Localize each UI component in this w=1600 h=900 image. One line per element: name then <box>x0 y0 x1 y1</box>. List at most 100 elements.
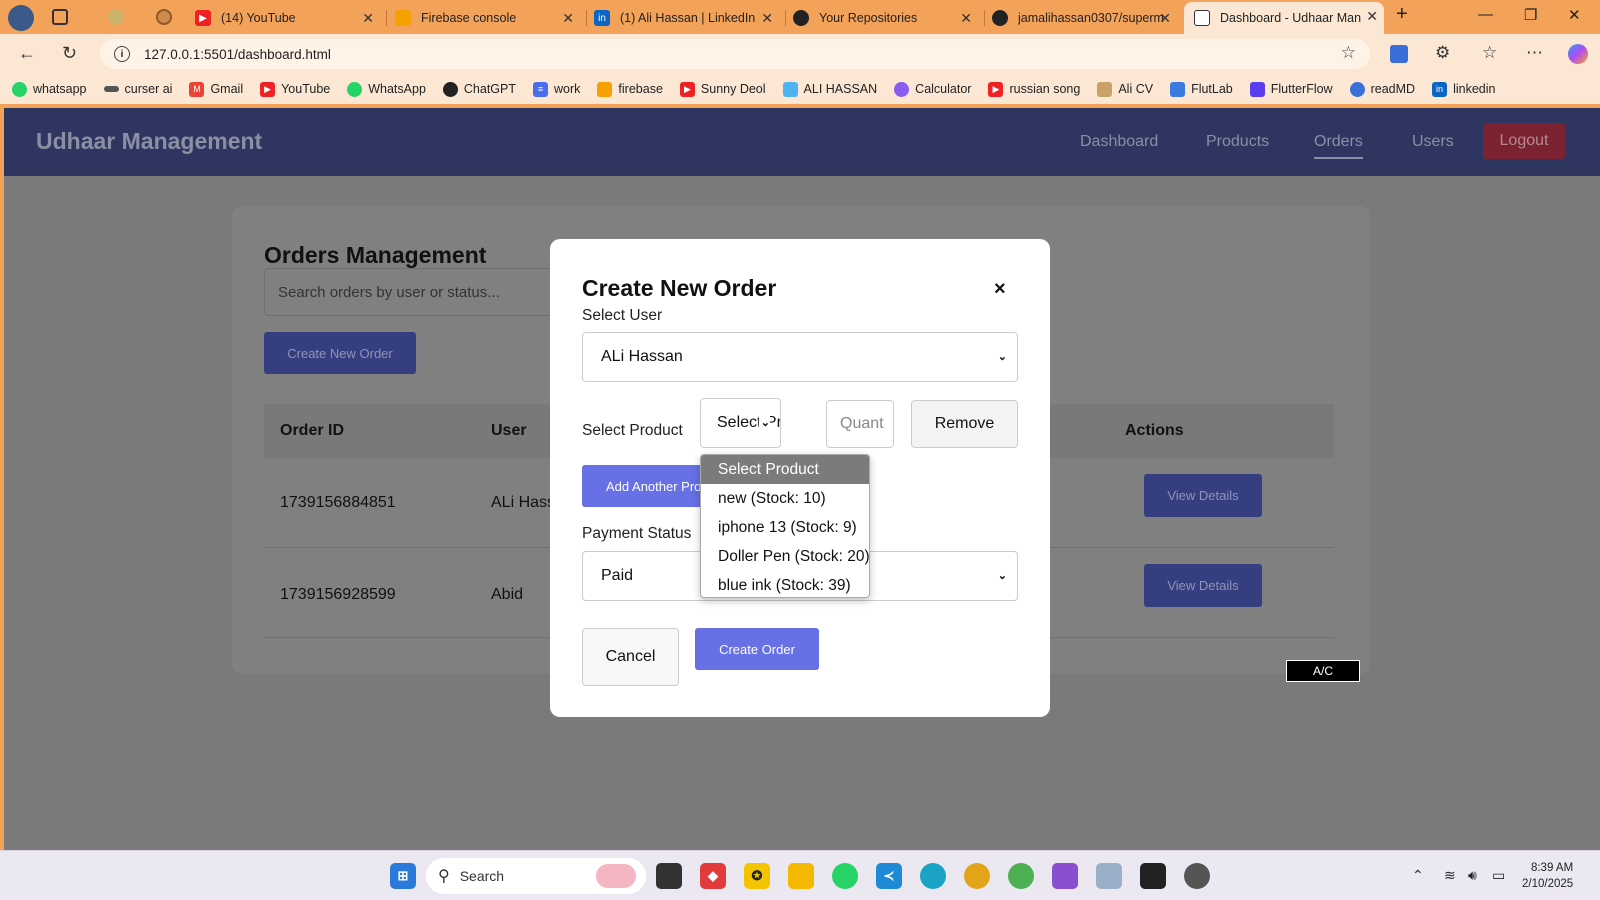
bookmark-ali-cv[interactable]: Ali CV <box>1097 81 1153 97</box>
chrome-canary-icon[interactable] <box>1008 863 1034 889</box>
bookmark-firebase[interactable]: firebase <box>597 81 663 97</box>
whatsapp-icon <box>347 81 363 97</box>
workspaces-icon[interactable] <box>52 9 68 25</box>
remove-product-button[interactable]: Remove <box>911 400 1018 448</box>
create-order-submit-button[interactable]: Create Order <box>695 628 819 670</box>
tab-repositories[interactable]: Your Repositories ✕ <box>793 4 978 32</box>
favorite-star-icon[interactable]: ☆ <box>1341 43 1356 63</box>
tab-youtube[interactable]: ▶ (14) YouTube ✕ <box>195 4 380 32</box>
column-user: User <box>491 422 527 439</box>
windows-start-icon[interactable]: ⊞ <box>390 863 416 889</box>
product-select[interactable]: Select Pr ⌄ <box>700 398 781 448</box>
bookmark-sunny-deol[interactable]: ▶ Sunny Deol <box>679 81 766 97</box>
app-brand: Udhaar Management <box>36 128 263 154</box>
edge-icon[interactable] <box>920 863 946 889</box>
tab-linkedin[interactable]: in (1) Ali Hassan | LinkedIn ✕ <box>594 4 779 32</box>
anydesk-icon[interactable]: ◆ <box>700 863 726 889</box>
settings-app-icon[interactable] <box>1184 863 1210 889</box>
pinned-tab-icon[interactable] <box>108 9 124 25</box>
quantity-input[interactable]: Quant <box>826 400 894 448</box>
dropdown-option[interactable]: new (Stock: 10) <box>701 484 869 513</box>
order-id-cell: 1739156884851 <box>280 494 396 511</box>
view-details-button[interactable]: View Details <box>1144 474 1262 517</box>
search-highlight-icon <box>596 864 636 888</box>
profile-avatar[interactable] <box>8 5 34 31</box>
dropdown-option[interactable]: Select Product <box>701 455 869 484</box>
favorites-icon[interactable]: ☆ <box>1482 43 1497 63</box>
close-icon[interactable]: ✕ <box>761 10 773 27</box>
vscode-icon[interactable]: ≺ <box>876 863 902 889</box>
close-icon[interactable]: ✕ <box>562 10 574 27</box>
battery-icon[interactable]: ▭ <box>1492 867 1505 884</box>
window-close-icon[interactable]: ✕ <box>1568 6 1581 24</box>
extensions-icon[interactable]: ⚙ <box>1435 43 1450 63</box>
chat-app-icon[interactable]: ✪ <box>744 863 770 889</box>
whatsapp-icon[interactable] <box>832 863 858 889</box>
taskbar-search[interactable]: ⚲ Search <box>426 858 646 894</box>
close-icon[interactable]: ✕ <box>960 10 972 27</box>
dropdown-option[interactable]: Doller Pen (Stock: 20) <box>701 542 869 571</box>
bookmark-gmail[interactable]: M Gmail <box>189 81 243 97</box>
bookmark-ali-hassan[interactable]: ALI HASSAN <box>782 81 877 97</box>
column-actions: Actions <box>1125 422 1184 439</box>
status-badge: A/C <box>1286 660 1360 682</box>
back-icon[interactable]: ← <box>18 43 36 64</box>
restore-icon[interactable]: ❐ <box>1524 6 1537 24</box>
close-icon[interactable]: ✕ <box>362 10 374 27</box>
bookmark-whatsapp[interactable]: whatsapp <box>12 81 87 97</box>
create-new-order-button[interactable]: Create New Order <box>264 332 416 374</box>
user-select[interactable]: ALi Hassan ⌄ <box>582 332 1018 382</box>
url-field[interactable]: i 127.0.0.1:5501/dashboard.html ☆ <box>100 39 1370 69</box>
view-details-button[interactable]: View Details <box>1144 564 1262 607</box>
visual-studio-icon[interactable] <box>1052 863 1078 889</box>
system-clock[interactable]: 8:39 AM 2/10/2025 <box>1522 860 1573 892</box>
cancel-button[interactable]: Cancel <box>582 628 679 686</box>
copilot-icon[interactable] <box>1568 44 1588 64</box>
bookmark-readmd[interactable]: readMD <box>1349 81 1415 97</box>
file-explorer-icon[interactable] <box>788 863 814 889</box>
tab-dashboard[interactable]: Dashboard - Udhaar Man ✕ <box>1184 2 1384 34</box>
tab-github-repo[interactable]: jamalihassan0307/superm ✕ <box>992 4 1177 32</box>
bookmarks-bar: whatsapp curser ai M Gmail ▶ YouTube Whats… <box>0 74 1600 104</box>
bookmark-chatgpt[interactable]: ChatGPT <box>442 81 516 97</box>
nav-dashboard[interactable]: Dashboard <box>1080 133 1158 151</box>
bookmark-curser-ai[interactable]: curser ai <box>103 82 172 96</box>
close-icon[interactable]: ✕ <box>1159 10 1171 27</box>
terminal-app-icon[interactable] <box>1140 863 1166 889</box>
close-icon[interactable]: × <box>994 278 1006 301</box>
new-tab-icon[interactable]: + <box>1396 3 1408 26</box>
minimize-icon[interactable]: — <box>1478 6 1493 23</box>
monitor-app-icon[interactable] <box>1096 863 1122 889</box>
bookmark-russian-song[interactable]: ▶ russian song <box>988 81 1080 97</box>
reload-icon[interactable]: ↻ <box>62 43 77 64</box>
bookmark-whatsapp-2[interactable]: WhatsApp <box>347 81 426 97</box>
pinned-tab-icon[interactable] <box>156 9 172 25</box>
youtube-icon: ▶ <box>260 81 276 97</box>
chevron-up-icon[interactable]: ⌃ <box>1412 867 1424 884</box>
bookmark-flutterflow[interactable]: FlutterFlow <box>1249 81 1333 97</box>
chrome-icon[interactable] <box>964 863 990 889</box>
close-icon[interactable]: ✕ <box>1366 8 1378 25</box>
site-info-icon[interactable]: i <box>114 46 130 62</box>
more-menu-icon[interactable]: ⋯ <box>1526 43 1543 63</box>
orders-search-input[interactable]: Search orders by user or status... <box>264 268 564 316</box>
dropdown-option[interactable]: blue ink (Stock: 39) <box>701 571 869 597</box>
bookmark-linkedin[interactable]: in linkedin <box>1432 81 1495 97</box>
bookmark-youtube[interactable]: ▶ YouTube <box>260 81 330 97</box>
bookmark-calculator[interactable]: Calculator <box>894 81 971 97</box>
nav-orders[interactable]: Orders <box>1314 133 1363 159</box>
task-view-icon[interactable] <box>656 863 682 889</box>
wifi-icon[interactable]: ≋ <box>1444 867 1456 884</box>
logout-button[interactable]: Logout <box>1483 123 1565 159</box>
chevron-down-icon: ⌄ <box>997 350 1007 363</box>
volume-icon[interactable]: 🔊︎ <box>1468 867 1477 884</box>
nav-products[interactable]: Products <box>1206 133 1269 151</box>
tab-firebase[interactable]: Firebase console ✕ <box>395 4 580 32</box>
bookmark-work[interactable]: ≡ work <box>533 81 580 97</box>
translate-icon[interactable] <box>1390 45 1408 63</box>
bookmark-flutlab[interactable]: FlutLab <box>1170 81 1233 97</box>
dropdown-option[interactable]: iphone 13 (Stock: 9) <box>701 513 869 542</box>
github-icon <box>793 10 809 26</box>
windows-taskbar: ⊞ ⚲ Search ◆ ✪ ≺ ⌃ ≋ 🔊︎ ▭ 8:39 AM 2/10/2… <box>0 850 1600 900</box>
nav-users[interactable]: Users <box>1412 133 1454 151</box>
